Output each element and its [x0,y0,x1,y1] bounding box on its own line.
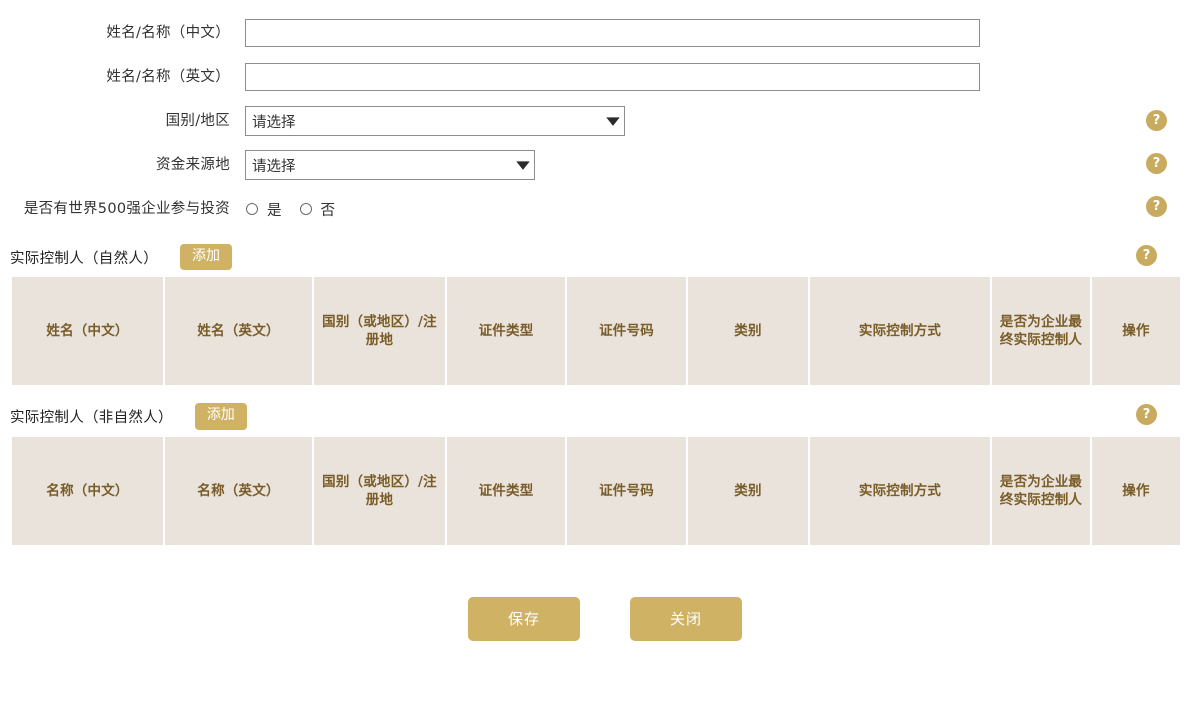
help-icon-natural-person[interactable]: ? [1136,245,1157,266]
radio-fortune500-no[interactable]: 否 [299,199,336,220]
col-id-type: 证件类型 [447,436,565,545]
table-header-row: 姓名（中文） 姓名（英文） 国别（或地区）/注册地 证件类型 证件号码 类别 实… [12,277,1180,386]
input-name-cn[interactable] [245,19,980,47]
col-id-number: 证件号码 [567,436,686,545]
control-name-cn [245,19,980,47]
control-country: 请选择 ▼ [245,106,625,136]
col-country: 国别（或地区）/注册地 [314,436,445,545]
section-header-natural-person: 实际控制人（自然人） 添加 ? [0,244,1188,271]
radio-circle-icon [246,203,258,215]
help-icon-non-natural-person[interactable]: ? [1136,404,1157,426]
save-button[interactable]: 保存 [468,596,580,641]
col-category: 类别 [688,436,808,545]
chevron-down-icon: ▼ [516,158,530,172]
radio-fortune500-yes[interactable]: 是 [246,199,282,220]
radio-circle-icon [299,203,312,215]
form-row-fund-source: 资金来源地 请选择 ▼ ? [0,148,1188,182]
add-natural-person-button[interactable]: 添加 [180,244,232,271]
help-icon-country[interactable]: ? [1146,110,1167,131]
label-name-cn: 姓名/名称（中文） [106,24,230,41]
label-fortune500: 是否有世界500强企业参与投资 [23,200,230,217]
label-fund-source: 资金来源地 [156,156,230,173]
col-id-type: 证件类型 [447,277,565,386]
select-fund-source-value: 请选择 [252,158,296,175]
radio-label-no: 否 [320,202,336,219]
form-area: 姓名/名称（中文） 姓名/名称（英文） 国别/地区 请选择 ▼ ? 资金来源地 … [0,0,1188,226]
table-non-natural-person: 名称（中文） 名称（英文） 国别（或地区）/注册地 证件类型 证件号码 类别 实… [10,436,1182,545]
radio-group-fortune500: 是 否 [246,199,353,220]
col-country: 国别（或地区）/注册地 [314,277,445,386]
footer-actions: 保存 关闭 [0,596,1188,641]
col-name-cn: 姓名（中文） [12,277,163,386]
col-is-ultimate: 是否为企业最终实际控制人 [992,436,1090,545]
form-row-name-cn: 姓名/名称（中文） [0,16,1188,50]
control-fund-source: 请选择 ▼ [245,150,535,180]
col-id-number: 证件号码 [567,277,686,386]
table-natural-person: 姓名（中文） 姓名（英文） 国别（或地区）/注册地 证件类型 证件号码 类别 实… [10,277,1182,386]
col-name-en: 名称（英文） [165,436,312,545]
form-row-country: 国别/地区 请选择 ▼ ? [0,104,1188,138]
add-non-natural-person-button[interactable]: 添加 [194,403,247,430]
help-icon-fund-source[interactable]: ? [1146,153,1167,174]
col-actions: 操作 [1092,277,1180,386]
col-category: 类别 [688,277,808,386]
help-icon-fortune500[interactable]: ? [1146,196,1167,217]
close-button[interactable]: 关闭 [630,596,742,641]
section-title-natural-person: 实际控制人（自然人） [10,250,158,267]
form-row-fortune500: 是否有世界500强企业参与投资 是 否 ? [0,192,1188,226]
col-control-method: 实际控制方式 [810,277,990,386]
section-title-non-natural-person: 实际控制人（非自然人） [10,410,173,427]
label-country: 国别/地区 [165,112,230,129]
col-name-en: 姓名（英文） [165,277,312,386]
table-header-row: 名称（中文） 名称（英文） 国别（或地区）/注册地 证件类型 证件号码 类别 实… [12,436,1180,545]
select-fund-source[interactable]: 请选择 ▼ [245,150,535,180]
col-actions: 操作 [1092,436,1180,545]
form-row-name-en: 姓名/名称（英文） [0,60,1188,94]
col-name-cn: 名称（中文） [12,436,163,545]
input-name-en[interactable] [245,63,980,91]
control-name-en [245,63,980,91]
select-country[interactable]: 请选择 ▼ [245,106,625,136]
radio-label-yes: 是 [267,202,282,219]
section-header-non-natural-person: 实际控制人（非自然人） 添加 ? [0,403,1188,430]
col-control-method: 实际控制方式 [810,436,990,545]
select-country-value: 请选择 [252,114,296,131]
col-is-ultimate: 是否为企业最终实际控制人 [992,277,1090,386]
label-name-en: 姓名/名称（英文） [106,68,230,85]
chevron-down-icon: ▼ [606,114,620,128]
